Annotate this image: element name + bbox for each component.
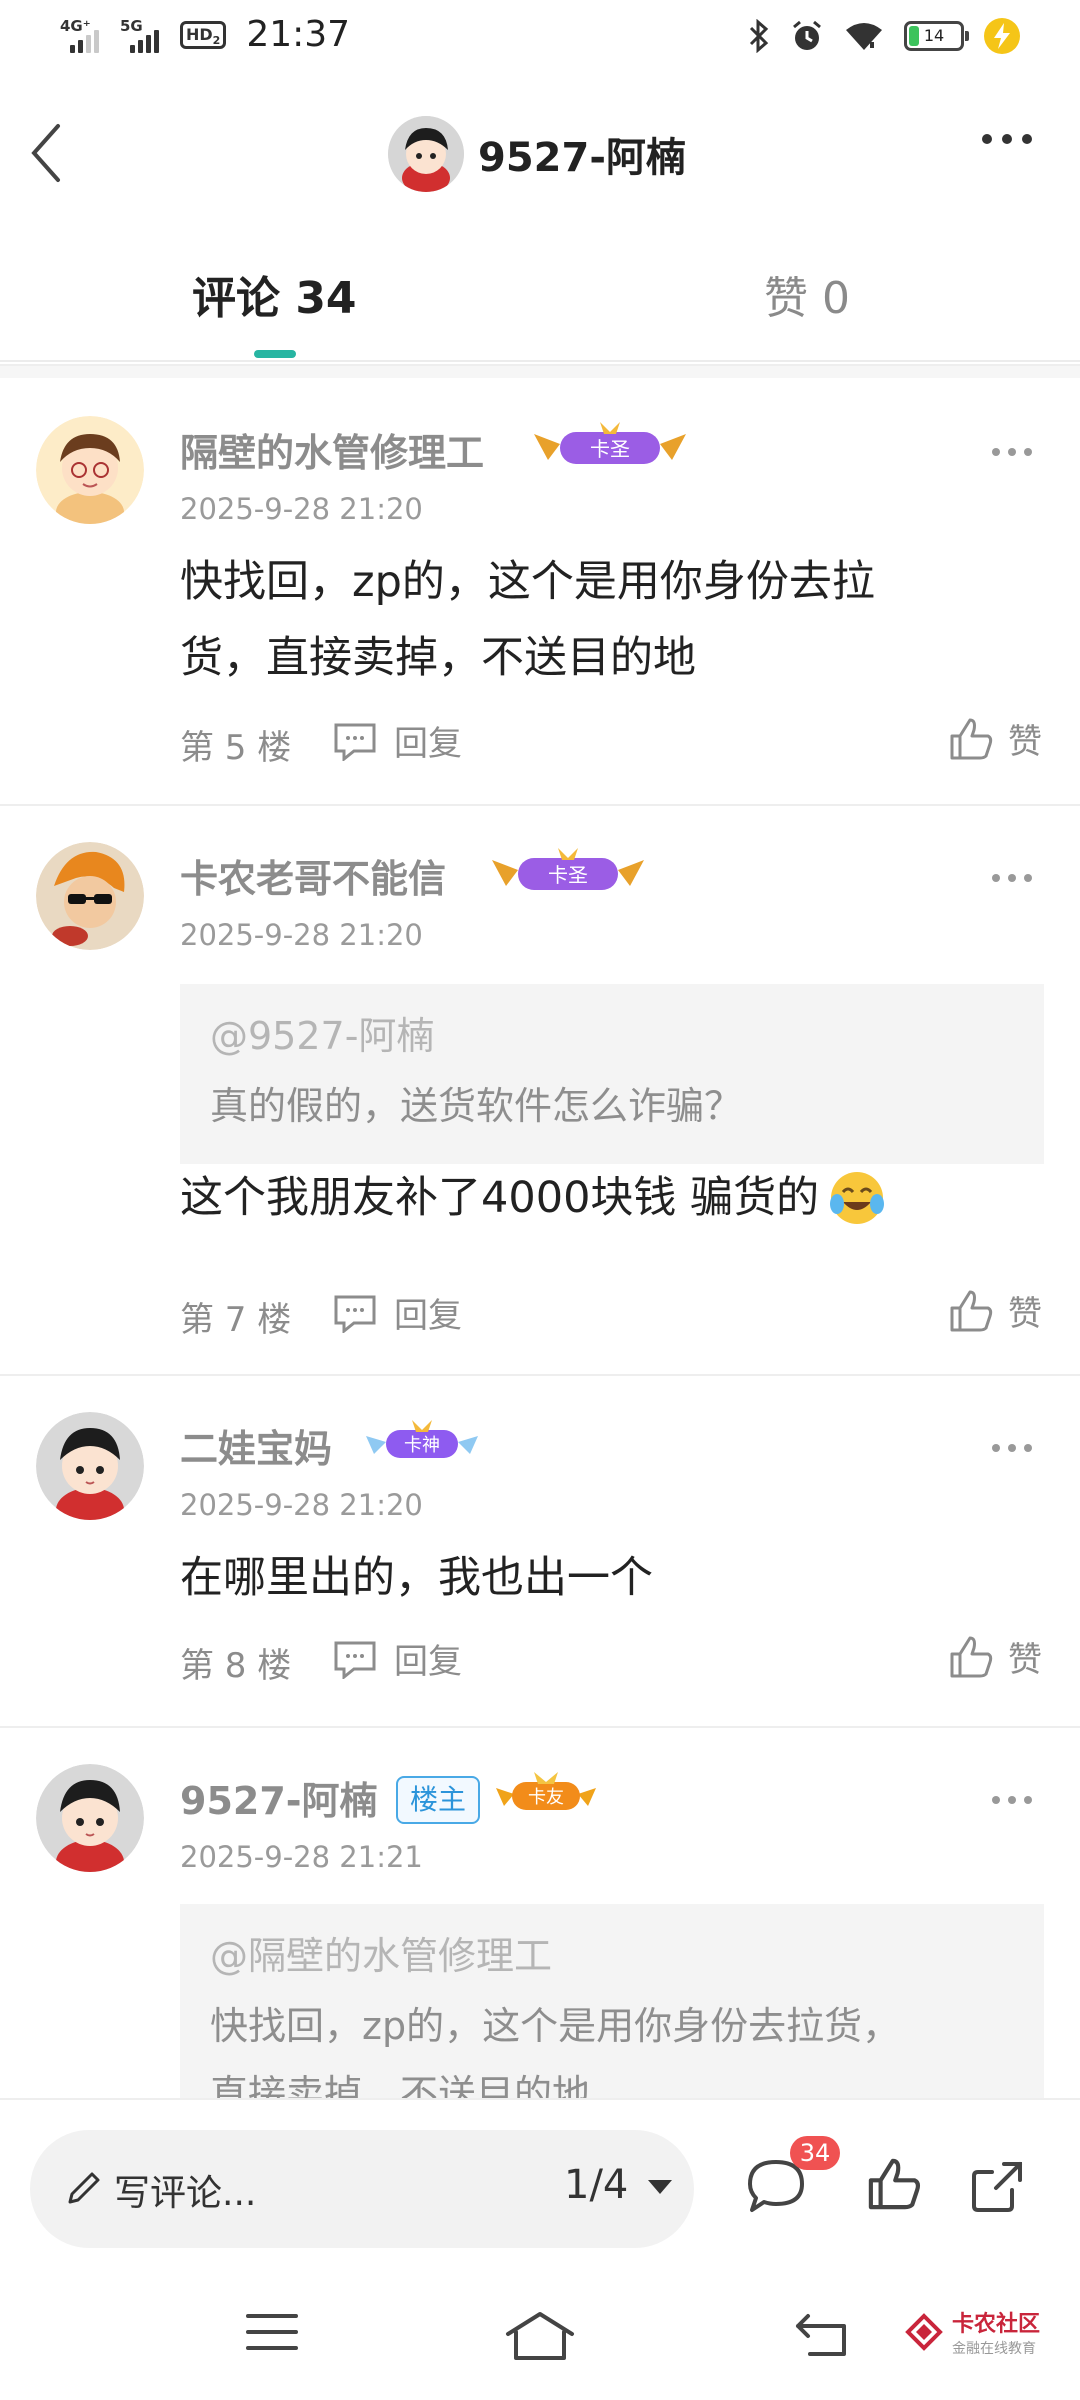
quoted-text: 快找回，zp的，这个是用你身份去拉货， 直接卖掉，不送目的地 <box>210 2004 901 2098</box>
back-arrow-icon[interactable] <box>26 118 66 188</box>
page-indicator[interactable]: 1/4 <box>564 2162 628 2208</box>
menu-icon[interactable] <box>244 2310 300 2354</box>
thumbs-up-icon[interactable] <box>866 2156 922 2212</box>
reply-button[interactable]: 回复 <box>332 716 462 765</box>
dropdown-caret-icon[interactable] <box>648 2180 672 2194</box>
floor-number: 第 8 楼 <box>180 1646 292 1686</box>
reply-icon <box>334 1641 376 1679</box>
thumbs-up-icon <box>950 718 993 759</box>
reply-icon <box>334 1295 376 1333</box>
watermark-title: 卡农社区 <box>951 2312 1040 2337</box>
quoted-username: @9527-阿楠 <box>210 1014 435 1058</box>
section-divider <box>0 364 1080 378</box>
user-level-badge: 卡圣 <box>534 422 686 464</box>
signal-4g-icon: 4G⁺ <box>60 15 106 55</box>
svg-text:卡圣: 卡圣 <box>548 863 588 887</box>
reply-icon <box>334 723 376 761</box>
watermark-subtitle: 金融在线教育 <box>951 2341 1036 2357</box>
comment-item: 9527-阿楠 楼主 卡友 2025-9-28 21:21 @隔壁的水管修理工 … <box>0 1728 1080 2098</box>
pen-icon <box>68 2172 100 2204</box>
user-avatar[interactable] <box>36 842 144 950</box>
comment-item: 隔壁的水管修理工 卡圣 2025-9-28 21:20 快找回，zp的，这个是用… <box>0 380 1080 804</box>
username[interactable]: 二娃宝妈 <box>180 1418 332 1473</box>
top-app-bar: 9527-阿楠 <box>0 100 1080 210</box>
user-avatar[interactable] <box>36 1764 144 1872</box>
quoted-text: 真的假的，送货软件怎么诈骗？ <box>210 1084 743 1128</box>
user-avatar[interactable] <box>36 1412 144 1520</box>
comment-text: 快找回，zp的，这个是用你身份去拉 货，直接卖掉，不送目的地 <box>180 557 875 683</box>
alarm-icon <box>793 20 821 50</box>
svg-text:卡圣: 卡圣 <box>590 437 630 461</box>
comment-more-icon[interactable] <box>992 448 1032 456</box>
comment-item: 卡农老哥不能信 卡圣 2025-9-28 21:20 @9527-阿楠 真的假的… <box>0 806 1080 1374</box>
status-bar: 4G⁺ 5G HD2 21:37 14 <box>0 0 1080 80</box>
comment-text: 这个我朋友补了4000块钱 骗货的 <box>180 1160 1040 1236</box>
more-options-icon[interactable] <box>982 134 1032 144</box>
charging-icon <box>984 18 1020 54</box>
comment-time: 2025-9-28 21:21 <box>180 1840 423 1874</box>
battery-level: 14 <box>923 26 945 45</box>
like-button[interactable]: 赞 <box>948 1632 1042 1681</box>
watermark-logo: 卡农社区 金融在线教育 <box>904 2306 1040 2358</box>
thumbs-up-icon <box>950 1290 993 1331</box>
quoted-comment[interactable]: @隔壁的水管修理工 快找回，zp的，这个是用你身份去拉货， 直接卖掉，不送目的地 <box>180 1904 1044 2098</box>
comment-time: 2025-9-28 21:20 <box>180 918 423 952</box>
write-comment-placeholder: 写评论... <box>114 2173 257 2214</box>
svg-text:卡神: 卡神 <box>404 1435 440 1456</box>
share-icon[interactable] <box>968 2156 1028 2216</box>
tab-bar: 评论 34 赞 0 <box>0 232 1080 362</box>
page-title: 9527-阿楠 <box>478 135 686 181</box>
system-navigation-bar: 卡农社区 金融在线教育 <box>0 2270 1080 2400</box>
write-comment-input[interactable]: 写评论... 1/4 <box>30 2130 694 2248</box>
comment-more-icon[interactable] <box>992 874 1032 882</box>
svg-text:卡友: 卡友 <box>528 1787 564 1808</box>
comment-more-icon[interactable] <box>992 1444 1032 1452</box>
tab-comments[interactable]: 评论 34 <box>192 262 357 326</box>
like-button[interactable]: 赞 <box>948 714 1042 763</box>
floor-number: 第 7 楼 <box>180 1300 292 1340</box>
op-tag: 楼主 <box>396 1776 481 1824</box>
crying-laughing-emoji-icon <box>830 1172 885 1224</box>
signal-5g-icon: 5G <box>120 15 166 55</box>
hd-voice-icon: HD2 <box>180 20 227 49</box>
wifi-icon <box>846 23 882 50</box>
user-level-badge: 卡圣 <box>492 848 644 890</box>
thumbs-up-icon <box>950 1636 993 1677</box>
comment-count-badge: 34 <box>790 2136 840 2170</box>
comment-item: 二娃宝妈 卡神 2025-9-28 21:20 在哪里出的，我也出一个 第 8 … <box>0 1376 1080 1726</box>
comment-toolbar: 写评论... 1/4 34 <box>0 2098 1080 2268</box>
active-tab-indicator <box>254 350 296 358</box>
author-avatar[interactable] <box>388 116 464 192</box>
username[interactable]: 9527-阿楠 <box>180 1770 378 1825</box>
home-icon[interactable] <box>504 2310 576 2362</box>
comment-more-icon[interactable] <box>992 1796 1032 1804</box>
user-level-badge: 卡友 <box>496 1772 596 1810</box>
battery-icon: 14 <box>904 21 969 51</box>
status-time: 21:37 <box>246 14 351 55</box>
bluetooth-icon <box>749 19 769 53</box>
comment-time: 2025-9-28 21:20 <box>180 492 423 526</box>
kanong-logo-icon <box>905 2313 943 2351</box>
tab-likes[interactable]: 赞 0 <box>764 262 850 326</box>
quoted-comment[interactable]: @9527-阿楠 真的假的，送货软件怎么诈骗？ <box>180 984 1044 1164</box>
quoted-username: @隔壁的水管修理工 <box>210 1934 553 1978</box>
back-icon[interactable] <box>794 2310 850 2358</box>
floor-number: 第 5 楼 <box>180 728 292 768</box>
reply-button[interactable]: 回复 <box>332 1634 462 1683</box>
author-header[interactable]: 9527-阿楠 <box>388 116 686 192</box>
user-level-badge: 卡神 <box>366 1420 478 1458</box>
user-avatar[interactable] <box>36 416 144 524</box>
like-button[interactable]: 赞 <box>948 1286 1042 1335</box>
comment-text: 在哪里出的，我也出一个 <box>180 1553 653 1603</box>
username[interactable]: 隔壁的水管修理工 <box>180 422 484 477</box>
comment-time: 2025-9-28 21:20 <box>180 1488 423 1522</box>
reply-button[interactable]: 回复 <box>332 1288 462 1337</box>
username[interactable]: 卡农老哥不能信 <box>180 848 446 903</box>
